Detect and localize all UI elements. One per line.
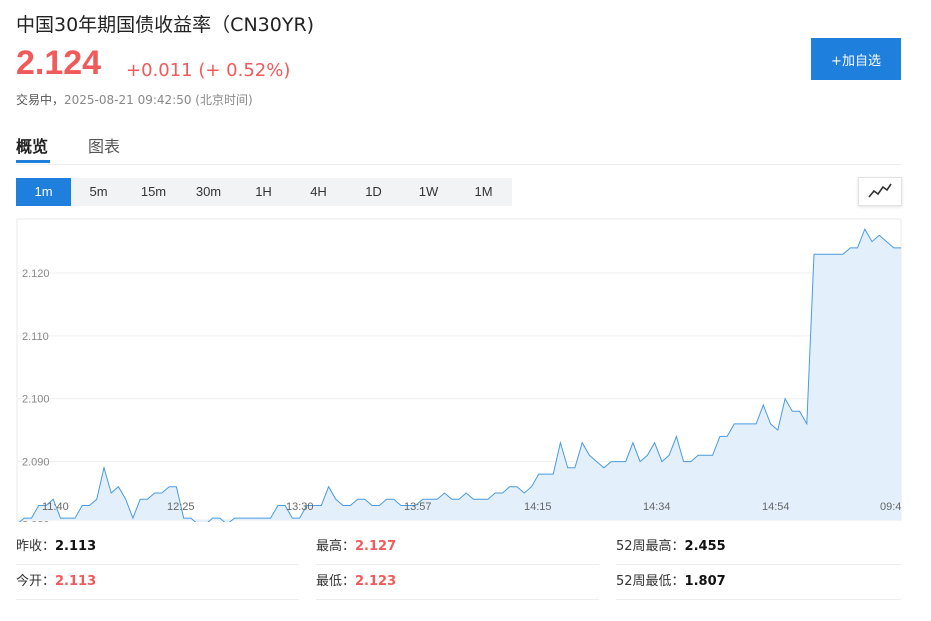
stat-label: 52周最低： xyxy=(616,574,685,589)
x-tick-label: 13:57 xyxy=(404,501,432,513)
stat-52w-high: 52周最高：2.455 xyxy=(616,530,901,565)
timeframe-1w[interactable]: 1W xyxy=(401,178,456,206)
stat-value: 1.807 xyxy=(684,574,726,589)
timeframe-1d[interactable]: 1D xyxy=(346,178,401,206)
stat-label: 今开： xyxy=(16,574,56,589)
stat-value: 2.127 xyxy=(355,539,397,554)
stat-value: 2.455 xyxy=(684,539,726,554)
y-tick-label: 2.120 xyxy=(22,268,50,280)
y-tick-label: 2.100 xyxy=(22,394,50,406)
tab-divider xyxy=(16,164,901,165)
stat-52w-low: 52周最低：1.807 xyxy=(616,565,901,600)
chart-type-toggle-button[interactable] xyxy=(858,177,902,206)
stat-value: 2.113 xyxy=(55,539,97,554)
timeframe-5m[interactable]: 5m xyxy=(71,178,126,206)
x-tick-label: 14:54 xyxy=(762,501,790,513)
y-tick-label: 2.090 xyxy=(22,457,50,469)
timeframe-selector: 1m 5m 15m 30m 1H 4H 1D 1W 1M xyxy=(16,178,512,206)
x-tick-label: 13:30 xyxy=(286,501,314,513)
stat-high: 最高：2.127 xyxy=(316,530,599,565)
x-tick-label: 12:25 xyxy=(167,501,195,513)
trading-status: 交易中，2025-08-21 09:42:50 (北京时间) xyxy=(16,91,253,108)
page-title: 中国30年期国债收益率（CN30YR) xyxy=(16,14,315,36)
timeframe-15m[interactable]: 15m xyxy=(126,178,181,206)
add-to-watchlist-button[interactable]: +加自选 xyxy=(811,38,901,80)
status-label: 交易中， xyxy=(16,93,65,107)
stat-low: 最低：2.123 xyxy=(316,565,599,600)
stat-open: 今开：2.113 xyxy=(16,565,299,600)
timeframe-4h[interactable]: 4H xyxy=(291,178,346,206)
stat-prev-close: 昨收：2.113 xyxy=(16,530,299,565)
x-tick-label: 09:4 xyxy=(880,501,901,513)
price-change: +0.011 (+ 0.52%) xyxy=(126,60,291,81)
y-tick-label: 2.110 xyxy=(22,331,49,343)
x-tick-label: 14:34 xyxy=(643,501,671,513)
x-tick-label: 14:15 xyxy=(524,501,552,513)
timeframe-1mo[interactable]: 1M xyxy=(456,178,511,206)
tab-overview[interactable]: 概览 xyxy=(16,133,48,157)
stat-label: 52周最高： xyxy=(616,539,685,554)
price-chart: 2.080 2.090 2.100 2.110 2.120 11:40 12:25 13:30… xyxy=(16,218,902,522)
stat-label: 最低： xyxy=(316,574,356,589)
x-tick-label: 11:40 xyxy=(42,501,69,513)
stat-value: 2.113 xyxy=(55,574,97,589)
timeframe-30m[interactable]: 30m xyxy=(181,178,236,206)
tab-chart[interactable]: 图表 xyxy=(88,133,120,157)
stat-label: 昨收： xyxy=(16,539,56,554)
active-tab-indicator xyxy=(16,160,50,163)
timestamp: 2025-08-21 09:42:50 (北京时间) xyxy=(64,93,253,107)
current-price: 2.124 xyxy=(16,44,102,82)
timeframe-1m[interactable]: 1m xyxy=(16,178,71,206)
line-chart-icon xyxy=(868,183,892,198)
stat-value: 2.123 xyxy=(355,574,397,589)
y-tick-label: 2.080 xyxy=(22,519,50,522)
stat-label: 最高： xyxy=(316,539,356,554)
timeframe-1h[interactable]: 1H xyxy=(236,178,291,206)
